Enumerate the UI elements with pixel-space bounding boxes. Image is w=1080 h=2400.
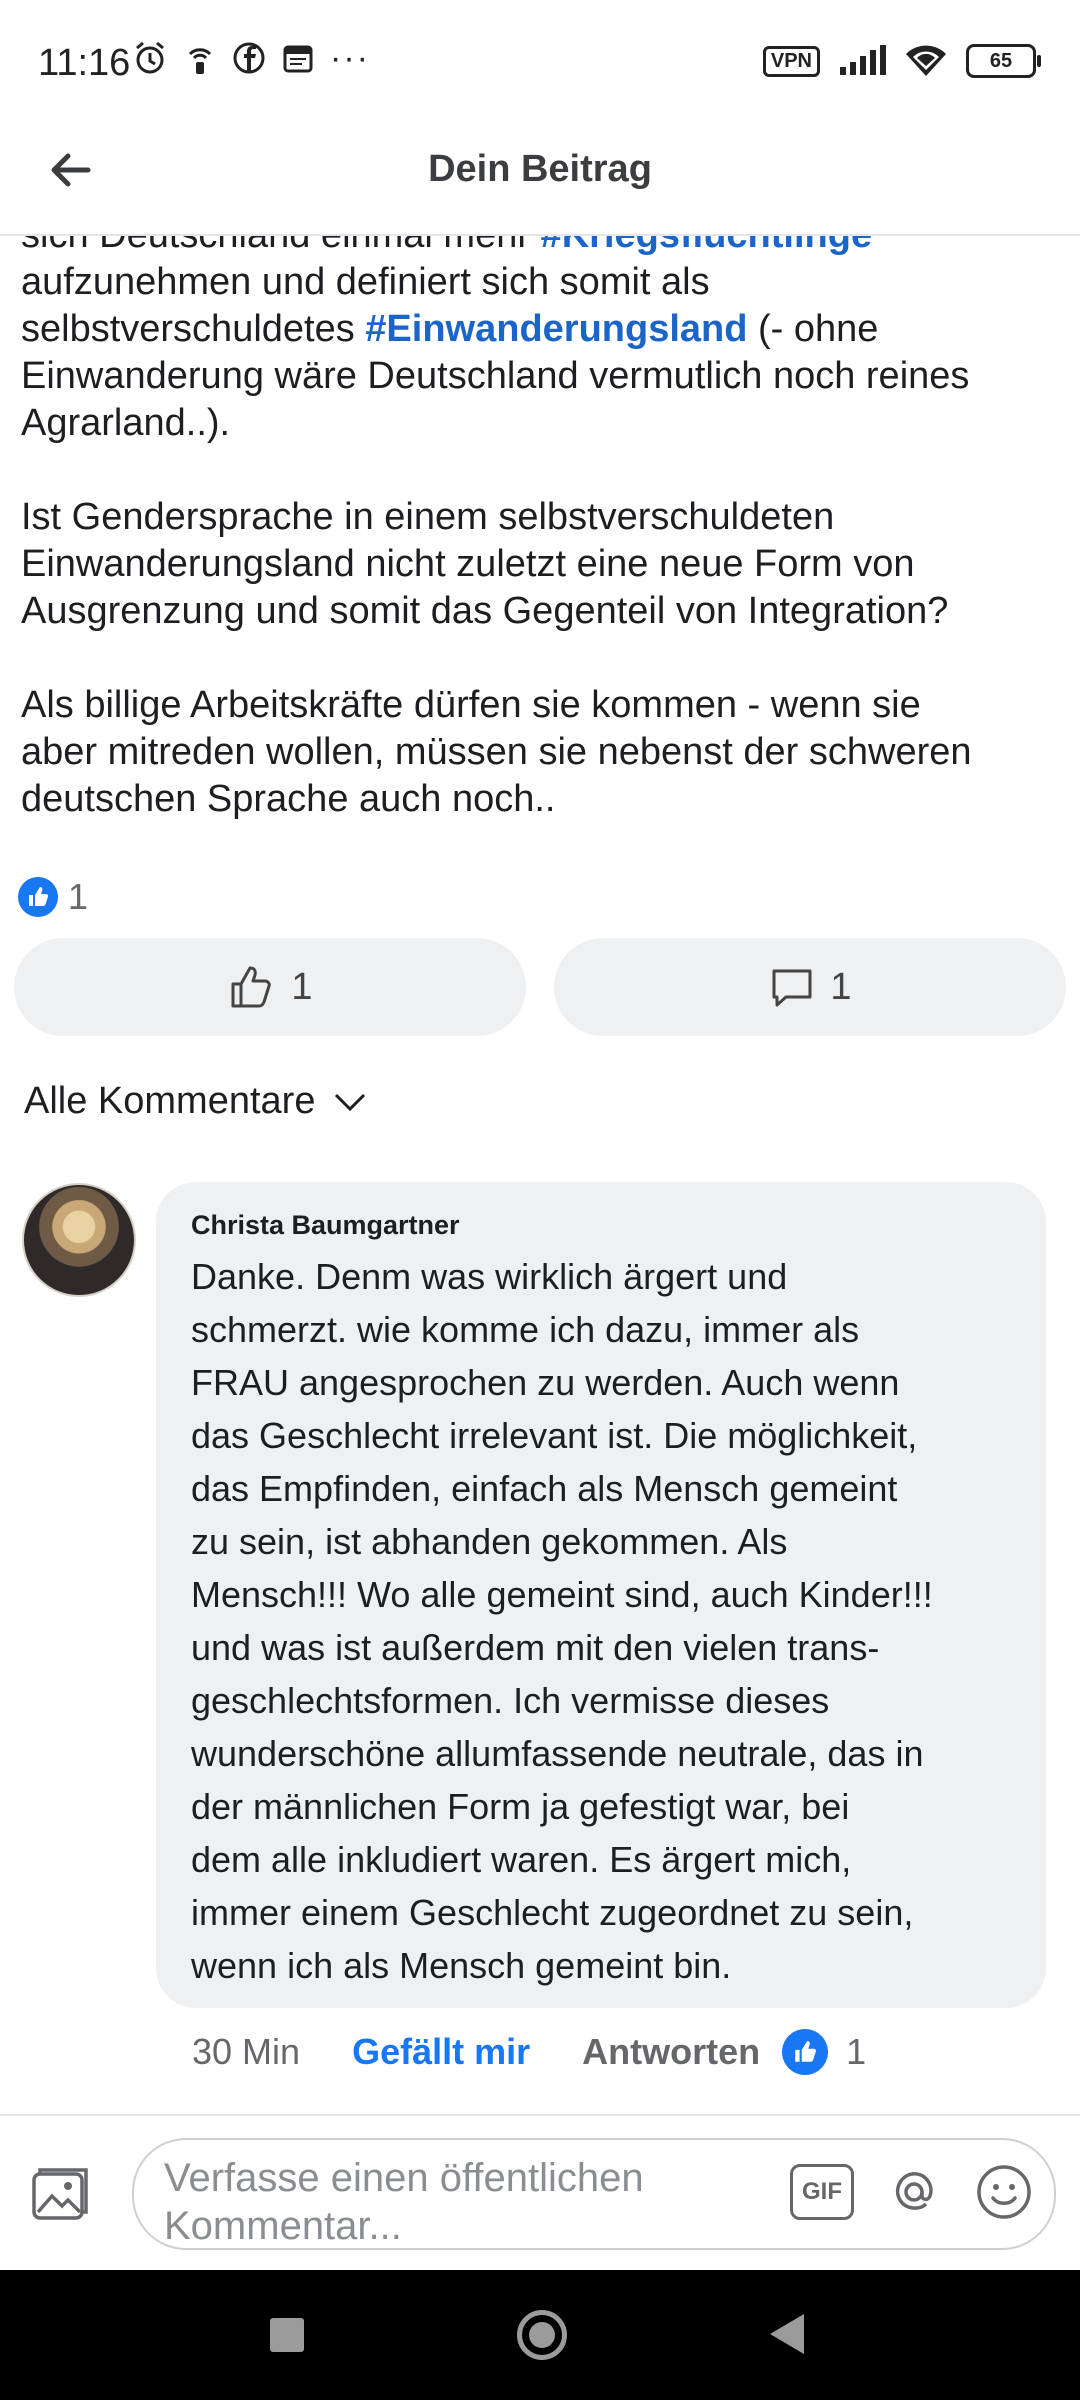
status-icons-left: ··· [132, 40, 370, 76]
comment-like-button[interactable]: Gefällt mir [352, 2031, 530, 2073]
comment-line: Danke. Denm was wirklich ärgert und [191, 1256, 788, 1297]
comment-line: FRAU angesprochen zu werden. Auch wenn [191, 1362, 900, 1403]
hashtag-link[interactable]: #Kriegsflüchtlinge [541, 234, 873, 256]
signal-icon [840, 45, 886, 75]
post-body: sich Deutschland einmal mehr #Kriegsflüc… [21, 234, 1061, 823]
comment-line: immer einem Geschlecht zugeordnet zu sei… [191, 1892, 914, 1933]
battery-icon: 65 [966, 44, 1041, 78]
comment-bubble-icon [772, 969, 812, 1007]
more-dots-icon: ··· [330, 39, 370, 77]
comment-line: geschlechtsformen. Ich vermisse dieses [191, 1680, 830, 1721]
comment-input-placeholder: Verfasse einen öffentlichen Kommentar... [164, 2156, 644, 2248]
gif-icon[interactable]: GIF [790, 2164, 854, 2220]
post-text-span: sich Deutschland einmal mehr [21, 234, 541, 256]
post-body-viewport: sich Deutschland einmal mehr #Kriegsflüc… [0, 234, 1080, 834]
comment-button[interactable]: 1 [554, 938, 1066, 1036]
system-nav-bar [0, 2270, 1080, 2400]
status-time: 11:16 [38, 42, 131, 84]
post-text-span: selbstverschuldetes [21, 308, 366, 350]
comment-text: Danke. Denm was wirklich ärgert und schm… [191, 1250, 1021, 1992]
post-line: Ausgrenzung und somit das Gegenteil von … [21, 590, 949, 632]
comment-line: wunderschöne allumfassende neutrale, das… [191, 1733, 924, 1774]
post-line: aufzunehmen und definiert sich somit als [21, 261, 710, 303]
chevron-down-icon [335, 1093, 366, 1111]
calendar-icon [283, 45, 313, 73]
post-line: Einwanderung wäre Deutschland vermutlich… [21, 355, 970, 397]
reaction-summary[interactable]: 1 [18, 876, 88, 918]
comment-composer: Verfasse einen öffentlichen Kommentar...… [0, 2114, 1080, 2271]
status-bar: 11:16 ··· VPN 65 [0, 0, 1080, 130]
comment-time: 30 Min [192, 2031, 301, 2072]
comment-like-count: 1 [846, 2031, 867, 2072]
comment-bubble: Christa Baumgartner Danke. Denm was wirk… [156, 1182, 1046, 2008]
alarm-icon [136, 41, 164, 74]
vpn-icon: VPN [762, 45, 820, 77]
comment-line: Mensch!!! Wo alle gemeint sind, auch Kin… [191, 1574, 933, 1615]
post-line: Als billige Arbeitskräfte dürfen sie kom… [21, 684, 921, 726]
comment-line: das Empfinden, einfach als Mensch gemein… [191, 1468, 898, 1509]
hashtag-link[interactable]: #Einwanderungsland [365, 308, 747, 350]
post-line: deutschen Sprache auch noch.. [21, 778, 556, 820]
comment-count: 1 [830, 965, 852, 1008]
comment-sort-label: Alle Kommentare [24, 1080, 316, 1122]
post-line: sich Deutschland einmal mehr #Kriegsflüc… [21, 234, 1061, 259]
post-line: selbstverschuldetes #Einwanderungsland (… [21, 306, 1061, 353]
post-line: Einwanderungsland nicht zuletzt eine neu… [21, 543, 915, 585]
comment-line: zu sein, ist abhanden gekommen. Als [191, 1521, 788, 1562]
hotspot-icon [188, 48, 212, 74]
recents-icon[interactable] [270, 2318, 304, 2352]
like-reaction-icon [18, 877, 58, 917]
reaction-count: 1 [68, 876, 89, 917]
like-reaction-icon [782, 2029, 829, 2075]
facebook-icon [233, 42, 265, 74]
comment-line: das Geschlecht irrelevant ist. Die mögli… [191, 1415, 918, 1456]
post-line: Ist Gendersprache in einem selbstverschu… [21, 496, 835, 538]
composer-icons: GIF [790, 2162, 1034, 2222]
like-count: 1 [291, 965, 313, 1008]
like-button[interactable]: 1 [14, 938, 526, 1036]
wifi-icon [906, 45, 946, 76]
mention-icon[interactable] [884, 2162, 944, 2222]
emoji-icon[interactable] [974, 2162, 1034, 2222]
comment-line: wenn ich als Mensch gemeint bin. [191, 1945, 732, 1986]
comment-meta: 30 Min Gefällt mir Antworten 1 [192, 2022, 866, 2082]
comment-line: dem alle inkludiert waren. Es ärgert mic… [191, 1839, 852, 1880]
post-text-span: (- ohne [747, 308, 879, 350]
comment-author[interactable]: Christa Baumgartner [191, 1210, 460, 1241]
comment-sort-dropdown[interactable]: Alle Kommentare [24, 1080, 367, 1123]
comment-line: schmerzt. wie komme ich dazu, immer als [191, 1309, 860, 1350]
photo-icon[interactable] [30, 2164, 92, 2226]
post-line: aber mitreden wollen, müssen sie nebenst… [21, 731, 972, 773]
comment-line: der männlichen Form ja gefestigt war, be… [191, 1786, 850, 1827]
avatar[interactable] [22, 1183, 136, 1297]
home-icon[interactable] [517, 2310, 567, 2360]
thumbs-up-icon [231, 966, 272, 1008]
comment-input[interactable]: Verfasse einen öffentlichen Kommentar...… [132, 2138, 1056, 2250]
comment-reply-button[interactable]: Antworten [582, 2031, 760, 2073]
back-icon[interactable] [770, 2314, 804, 2354]
comment-line: und was ist außerdem mit den vielen tran… [191, 1627, 880, 1668]
post-line: Agrarland..). [21, 402, 231, 444]
top-app-bar: Dein Beitrag [0, 130, 1080, 236]
status-icons-right: VPN 65 [762, 44, 1041, 78]
page-title: Dein Beitrag [428, 148, 652, 190]
